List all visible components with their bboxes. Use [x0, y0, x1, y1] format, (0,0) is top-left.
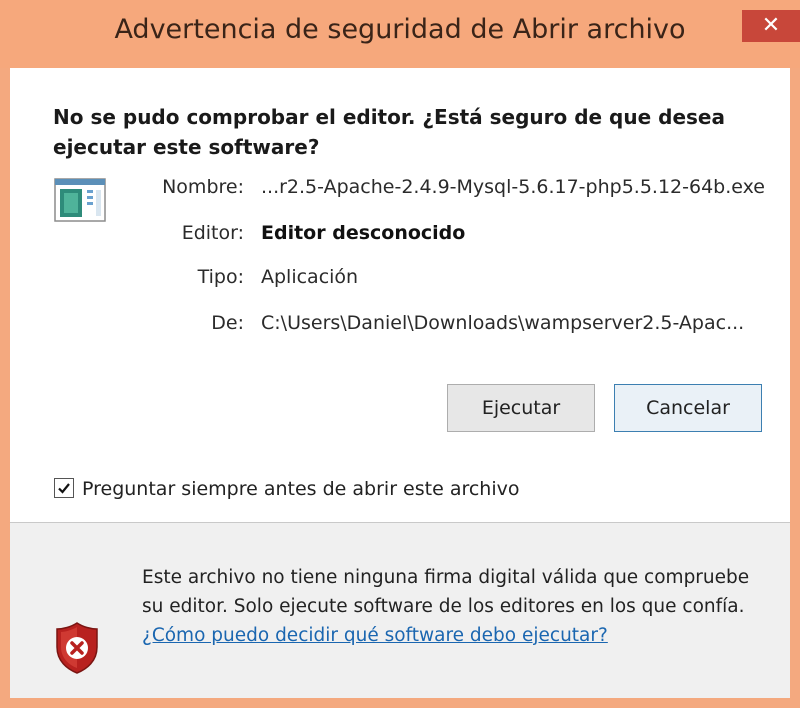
title-bar[interactable]: Advertencia de seguridad de Abrir archiv…: [0, 0, 800, 68]
dialog-body: No se pudo comprobar el editor. ¿Está se…: [10, 68, 790, 698]
publisher-question: No se pudo comprobar el editor. ¿Está se…: [53, 105, 725, 159]
warning-panel: Este archivo no tiene ninguna firma digi…: [10, 523, 790, 698]
always-ask-label[interactable]: Preguntar siempre antes de abrir este ar…: [82, 478, 520, 500]
type-value: Aplicación: [261, 266, 359, 288]
editor-label: Editor:: [181, 222, 244, 244]
shield-error-icon: [56, 622, 98, 674]
from-label: De:: [211, 312, 244, 334]
type-label: Tipo:: [197, 266, 244, 288]
run-button[interactable]: Ejecutar: [447, 384, 595, 432]
name-value: ...r2.5-Apache-2.4.9-Mysql-5.6.17-php5.5…: [261, 176, 765, 198]
security-warning-dialog: Advertencia de seguridad de Abrir archiv…: [0, 0, 800, 708]
application-file-icon: [54, 178, 106, 222]
checkmark-icon: [58, 483, 70, 494]
cancel-button[interactable]: Cancelar: [614, 384, 762, 432]
name-label: Nombre:: [162, 176, 244, 198]
editor-value: Editor desconocido: [261, 222, 466, 244]
warning-text: Este archivo no tiene ninguna firma digi…: [142, 567, 750, 617]
from-value: C:\Users\Daniel\Downloads\wampserver2.5-…: [261, 312, 745, 334]
always-ask-checkbox[interactable]: [54, 478, 74, 498]
close-button[interactable]: ✕: [742, 10, 800, 42]
help-link[interactable]: ¿Cómo puedo decidir qué software debo ej…: [142, 625, 608, 646]
window-title: Advertencia de seguridad de Abrir archiv…: [114, 14, 686, 45]
warning-message: Este archivo no tiene ninguna firma digi…: [142, 563, 762, 650]
